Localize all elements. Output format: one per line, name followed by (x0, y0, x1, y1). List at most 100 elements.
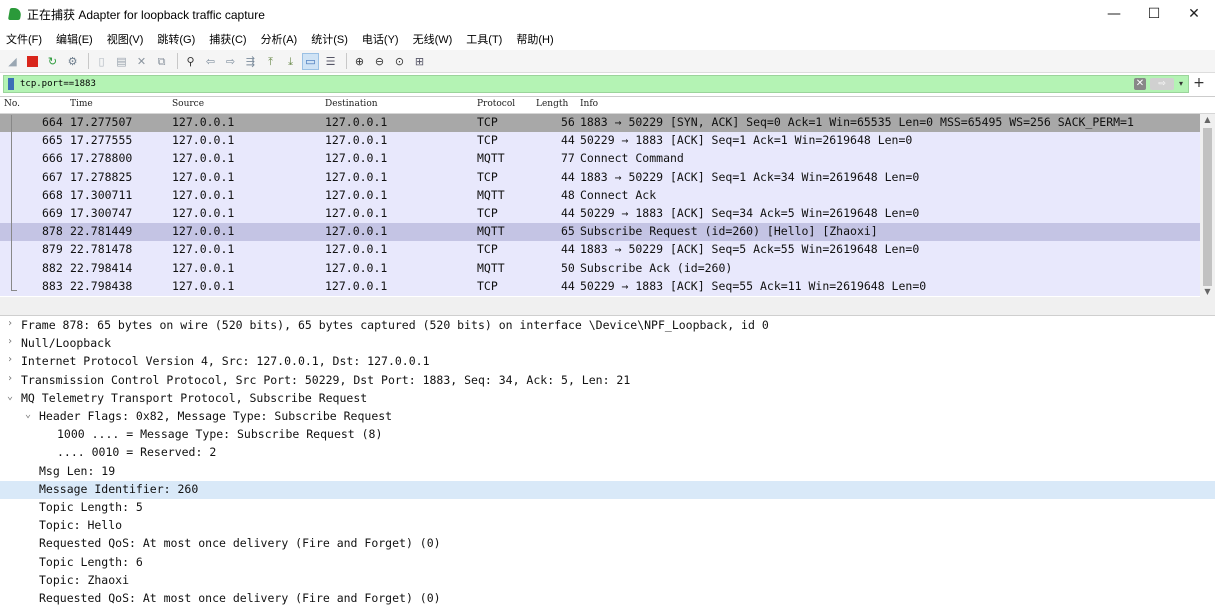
cell-destination: 127.0.0.1 (325, 169, 388, 184)
detail-row[interactable]: › Transmission Control Protocol, Src Port… (0, 372, 1215, 390)
conversation-bracket-end (11, 290, 17, 291)
detail-row[interactable]: › Internet Protocol Version 4, Src: 127.0… (0, 353, 1215, 371)
close-button[interactable]: ✕ (1171, 0, 1215, 28)
cell-no: 879 (42, 242, 63, 257)
last-icon[interactable]: ⤓ (282, 53, 299, 70)
scroll-up-icon[interactable]: ▲ (1200, 114, 1215, 126)
detail-text: Message Identifier: 260 (39, 481, 199, 496)
menu-edit[interactable]: 编辑(E) (56, 31, 93, 47)
packet-row[interactable]: 882 22.798414 127.0.0.1 127.0.0.1 MQTT 50 Subs… (0, 259, 1200, 278)
menu-telephony[interactable]: 电话(Y) (362, 31, 399, 47)
clear-filter-icon[interactable]: ✕ (1134, 78, 1146, 90)
menu-statistics[interactable]: 统计(S) (311, 31, 348, 47)
zoom-out-icon[interactable]: ⊖ (371, 53, 388, 70)
packet-row[interactable]: 883 22.798438 127.0.0.1 127.0.0.1 TCP 44 50229… (0, 277, 1200, 296)
menu-analyze[interactable]: 分析(A) (261, 31, 298, 47)
menu-help[interactable]: 帮助(H) (516, 31, 553, 47)
cell-info: 50229 → 1883 [ACK] Seq=1 Ack=1 Win=26196… (580, 133, 913, 148)
column-destination[interactable]: Destination (325, 99, 378, 109)
pane-splitter[interactable] (0, 297, 1215, 316)
detail-row[interactable]: › Null/Loopback (0, 335, 1215, 353)
cell-length: 56 (561, 115, 575, 129)
cell-destination: 127.0.0.1 (325, 115, 388, 129)
expand-arrow-icon[interactable]: › (4, 373, 16, 384)
expand-arrow-icon[interactable]: › (4, 354, 16, 365)
menu-go[interactable]: 跳转(G) (157, 31, 195, 47)
shark-fin-icon[interactable]: ◢ (4, 53, 21, 70)
packet-row[interactable]: 665 17.277555 127.0.0.1 127.0.0.1 TCP 44 50229… (0, 132, 1200, 151)
display-filter-input[interactable]: tcp.port==1883 ✕ ⇨ ▾ (3, 75, 1189, 93)
goto-icon[interactable]: ⇶ (242, 53, 259, 70)
first-icon[interactable]: ⤒ (262, 53, 279, 70)
scrollbar-thumb[interactable] (1203, 128, 1212, 286)
zoom-normal-icon[interactable]: ⊙ (391, 53, 408, 70)
expand-arrow-icon[interactable]: › (4, 336, 16, 347)
apply-filter-icon[interactable]: ⇨ (1150, 78, 1174, 90)
bookmark-icon[interactable] (8, 78, 14, 90)
display-filter-text[interactable]: tcp.port==1883 (20, 79, 96, 89)
autoscroll-icon[interactable]: ▭ (302, 52, 319, 70)
cell-no: 882 (42, 260, 63, 275)
packet-row[interactable]: 667 17.278825 127.0.0.1 127.0.0.1 TCP 44 1883 … (0, 168, 1200, 187)
detail-row[interactable]: ⌄ Header Flags: 0x82, Message Type: Subsc… (0, 408, 1215, 426)
resize-columns-icon[interactable]: ⊞ (411, 53, 428, 70)
zoom-in-icon[interactable]: ⊕ (351, 53, 368, 70)
cell-protocol: TCP (477, 169, 498, 184)
detail-row[interactable]: 1000 .... = Message Type: Subscribe Requ… (0, 426, 1215, 444)
detail-row[interactable]: ⌄ MQ Telemetry Transport Protocol, Subscr… (0, 390, 1215, 408)
expand-arrow-icon[interactable]: › (4, 318, 16, 329)
reload-icon[interactable]: ⧉ (153, 53, 170, 70)
detail-row[interactable]: Requested QoS: At most once delivery (Fi… (0, 535, 1215, 553)
detail-row[interactable]: › Frame 878: 65 bytes on wire (520 bits),… (0, 317, 1215, 335)
packet-row[interactable]: 879 22.781478 127.0.0.1 127.0.0.1 TCP 44 1883 … (0, 241, 1200, 260)
detail-row[interactable]: Message Identifier: 260 (0, 480, 1215, 499)
cell-length: 44 (561, 133, 575, 148)
menu-capture[interactable]: 捕获(C) (209, 31, 246, 47)
detail-row[interactable]: Topic Length: 5 (0, 499, 1215, 517)
filter-dropdown-icon[interactable]: ▾ (1176, 78, 1186, 90)
find-icon[interactable]: ⚲ (182, 53, 199, 70)
cell-time: 22.798438 (70, 278, 133, 293)
detail-row[interactable]: Topic: Zhaoxi (0, 572, 1215, 590)
cell-time: 17.278825 (70, 169, 133, 184)
stop-icon[interactable] (24, 53, 41, 70)
cell-info: 1883 → 50229 [ACK] Seq=1 Ack=34 Win=2619… (580, 169, 920, 184)
menu-wireless[interactable]: 无线(W) (413, 31, 453, 47)
packet-row[interactable]: 666 17.278800 127.0.0.1 127.0.0.1 MQTT 77 Conn… (0, 150, 1200, 169)
options-icon[interactable]: ⚙ (64, 53, 81, 70)
restart-icon[interactable]: ↻ (44, 53, 61, 70)
detail-row[interactable]: Topic Length: 6 (0, 554, 1215, 572)
back-icon[interactable]: ⇦ (202, 53, 219, 70)
colorize-icon[interactable]: ☰ (322, 53, 339, 70)
packet-list-scrollbar[interactable]: ▲ ▼ (1200, 114, 1215, 298)
column-source[interactable]: Source (172, 99, 204, 109)
menu-view[interactable]: 视图(V) (107, 31, 144, 47)
detail-row[interactable]: Topic: Hello (0, 517, 1215, 535)
packet-row[interactable]: 669 17.300747 127.0.0.1 127.0.0.1 TCP 44 50229… (0, 205, 1200, 224)
column-info[interactable]: Info (580, 99, 598, 109)
packet-row[interactable]: 878 22.781449 127.0.0.1 127.0.0.1 MQTT 65 Subs… (0, 223, 1200, 242)
cell-destination: 127.0.0.1 (325, 260, 388, 275)
column-length[interactable]: Length (536, 99, 568, 109)
detail-row[interactable]: Msg Len: 19 (0, 463, 1215, 481)
forward-icon[interactable]: ⇨ (222, 53, 239, 70)
detail-row[interactable]: .... 0010 = Reserved: 2 (0, 444, 1215, 462)
add-filter-button-icon[interactable]: + (1191, 75, 1207, 91)
save-icon[interactable]: ▤ (113, 53, 130, 70)
packet-row[interactable]: 664 17.277507 127.0.0.1 127.0.0.1 TCP 56 1883 … (0, 114, 1200, 133)
collapse-arrow-icon[interactable]: ⌄ (4, 391, 16, 402)
open-icon[interactable]: ▯ (93, 53, 110, 70)
menu-file[interactable]: 文件(F) (6, 31, 42, 47)
close-file-icon[interactable]: ✕ (133, 53, 150, 70)
detail-row[interactable]: Requested QoS: At most once delivery (Fi… (0, 590, 1215, 608)
collapse-arrow-icon[interactable]: ⌄ (22, 409, 34, 420)
menu-tools[interactable]: 工具(T) (466, 31, 502, 47)
cell-no: 667 (42, 169, 63, 184)
packet-row[interactable]: 668 17.300711 127.0.0.1 127.0.0.1 MQTT 48 Conn… (0, 186, 1200, 205)
column-no[interactable]: No. (4, 99, 20, 109)
detail-text: Topic Length: 5 (39, 500, 143, 514)
cell-source: 127.0.0.1 (172, 151, 235, 166)
cell-protocol: TCP (477, 242, 498, 257)
column-protocol[interactable]: Protocol (477, 99, 515, 109)
column-time[interactable]: Time (70, 99, 93, 109)
